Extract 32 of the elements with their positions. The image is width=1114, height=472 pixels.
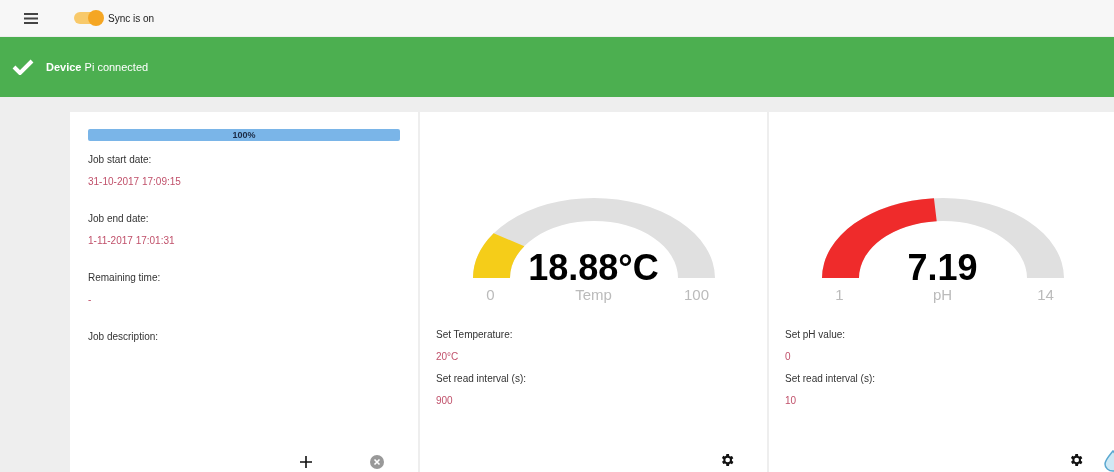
field-value: 1-11-2017 17:01:31 <box>88 234 176 248</box>
check-icon <box>12 59 34 75</box>
setting-label: Set read interval (s): <box>436 371 528 386</box>
settings-icon[interactable] <box>1068 452 1084 468</box>
gauge-max: 14 <box>1036 285 1055 305</box>
gauge-label: pH <box>932 285 953 305</box>
gauge-label: Temp <box>575 285 612 305</box>
setting-value: 10 <box>785 393 798 408</box>
banner-text: Device Pi connected <box>46 59 149 75</box>
gauge-min: 0 <box>485 285 496 305</box>
setting-value: 0 <box>785 349 792 364</box>
menu-icon[interactable] <box>24 12 38 24</box>
gauge-min: 1 <box>834 285 845 305</box>
setting-label: Set read interval (s): <box>785 371 877 386</box>
setting-label: Set Temperature: <box>436 327 514 342</box>
field-label: Job end date: <box>88 212 150 226</box>
gauge-value: 18.88°C <box>527 250 660 286</box>
setting-value: 20°C <box>436 349 460 364</box>
field-value: - <box>88 293 93 307</box>
field-value: 31-10-2017 17:09:15 <box>88 175 182 189</box>
add-icon[interactable] <box>300 456 312 468</box>
setting-value: 900 <box>436 393 454 408</box>
settings-icon[interactable] <box>719 452 735 468</box>
gauge-value: 7.19 <box>906 250 979 286</box>
sync-label: Sync is on <box>108 11 155 26</box>
field-label: Job start date: <box>88 153 153 167</box>
field-label: Job description: <box>88 330 160 344</box>
close-icon[interactable] <box>370 455 384 469</box>
progress-label: 100% <box>231 129 257 141</box>
gauge-max: 100 <box>683 285 710 305</box>
field-label: Remaining time: <box>88 271 162 285</box>
setting-label: Set pH value: <box>785 327 847 342</box>
